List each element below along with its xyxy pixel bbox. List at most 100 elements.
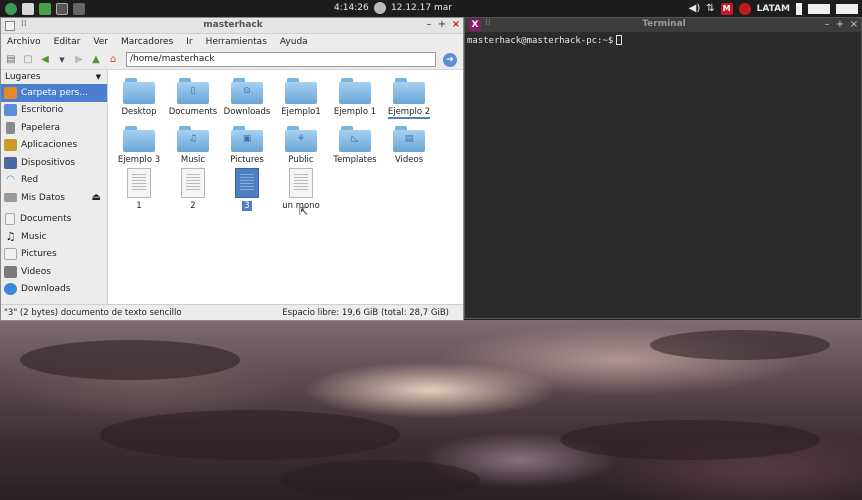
folder-ejemplo-1[interactable]: Ejemplo 1: [327, 78, 383, 117]
upload-icon[interactable]: [73, 2, 85, 15]
folder-ejemplo1[interactable]: Ejemplo1: [273, 78, 329, 117]
folder-icon: [123, 126, 155, 152]
sidebar-item-label: Red: [21, 175, 39, 186]
new-window-icon[interactable]: ▢: [21, 53, 35, 67]
menu-icon[interactable]: [5, 2, 17, 15]
sidebar-item-label: Papelera: [21, 122, 61, 133]
sidebar-item-videos[interactable]: Videos: [1, 263, 107, 281]
mega-icon[interactable]: M: [720, 2, 733, 15]
home-icon[interactable]: ⌂: [106, 53, 120, 67]
sidebar-item-trash[interactable]: Papelera: [1, 119, 107, 137]
file-label: Downloads: [223, 107, 271, 117]
file-view[interactable]: Desktop ▯ Documents ⊙ Downloads Ejemplo1…: [108, 70, 463, 304]
terminal-output[interactable]: masterhack@masterhack-pc:~$: [465, 32, 861, 49]
terminal-maximize-button[interactable]: +: [834, 18, 846, 31]
wallpaper-rock: [100, 410, 400, 460]
forward-arrow-icon[interactable]: ▶: [72, 53, 86, 67]
network-icon: ◠: [6, 174, 15, 186]
panel-date[interactable]: 12.12.17 mar: [391, 3, 452, 13]
folder-icon: ▣: [231, 126, 263, 152]
up-arrow-icon[interactable]: ▲: [89, 53, 103, 67]
sidebar-item-desktop[interactable]: Escritorio: [1, 102, 107, 120]
folder-templates[interactable]: ◺ Templates: [327, 126, 383, 165]
sidebar-item-home[interactable]: Carpeta pers...: [1, 84, 107, 102]
folder-desktop[interactable]: Desktop: [111, 78, 167, 117]
sidebar-item-label: Dispositivos: [21, 157, 76, 168]
back-arrow-icon[interactable]: ◀: [38, 53, 52, 67]
file-label: 3: [242, 201, 252, 211]
chevron-down-icon[interactable]: ▼: [96, 73, 101, 81]
keyboard-layout[interactable]: LATAM: [757, 4, 790, 14]
file-3[interactable]: 3: [219, 168, 275, 211]
trash-icon: [6, 121, 15, 134]
folder-pictures[interactable]: ▣ Pictures: [219, 126, 275, 165]
folder-music[interactable]: ♫ Music: [165, 126, 221, 165]
sidebar-item-music[interactable]: ♫ Music: [1, 228, 107, 246]
file-label: Pictures: [230, 155, 264, 165]
file-1[interactable]: 1: [111, 168, 167, 211]
location-bar[interactable]: /home/masterhack: [126, 52, 436, 67]
file-manager-body: Lugares ▼ Carpeta pers... Escritorio Pap…: [1, 70, 463, 304]
eject-icon[interactable]: ⏏: [92, 192, 101, 203]
sidebar-item-network[interactable]: ◠ Red: [1, 172, 107, 190]
menu-ver[interactable]: Ver: [93, 37, 108, 47]
menu-ayuda[interactable]: Ayuda: [280, 37, 308, 47]
terminal-minimize-button[interactable]: –: [821, 18, 833, 31]
file-label: Documents: [168, 107, 218, 117]
file-manager-titlebar[interactable]: ⁞⁞ masterhack – + ×: [1, 18, 463, 34]
volume-icon[interactable]: ◀): [689, 3, 701, 14]
mouse-cursor-icon: ⇱: [299, 205, 309, 218]
panel-widget[interactable]: [836, 3, 858, 14]
sidebar-header-label: Lugares: [5, 72, 41, 82]
panel-clock[interactable]: 4:14:26: [334, 3, 369, 13]
network-arrows-icon[interactable]: ⇅: [706, 3, 714, 14]
go-button[interactable]: ➜: [443, 52, 457, 67]
folder-icon: ♫: [177, 126, 209, 152]
sidebar-item-pictures[interactable]: Pictures: [1, 246, 107, 264]
menu-herramientas[interactable]: Herramientas: [206, 37, 267, 47]
file-2[interactable]: 2: [165, 168, 221, 211]
sidebar-item-devices[interactable]: Dispositivos: [1, 154, 107, 172]
menu-ir[interactable]: Ir: [186, 37, 192, 47]
panel-widget[interactable]: [808, 3, 830, 14]
terminal-cursor: [616, 35, 623, 45]
sidebar-item-downloads[interactable]: Downloads: [1, 281, 107, 299]
sidebar-item-documents[interactable]: Documents: [1, 211, 107, 229]
maximize-button[interactable]: +: [436, 19, 448, 31]
terminal-launcher-icon[interactable]: [56, 2, 68, 15]
videos-icon: [4, 265, 17, 278]
statusbar: "3" (2 bytes) documento de texto sencill…: [1, 304, 463, 320]
update-notifier-icon[interactable]: [738, 2, 751, 15]
file-label: Templates: [333, 155, 377, 165]
menu-editar[interactable]: Editar: [54, 37, 81, 47]
folder-ejemplo-3[interactable]: Ejemplo 3: [111, 126, 167, 165]
menu-archivo[interactable]: Archivo: [7, 37, 41, 47]
sidebar-item-applications[interactable]: Aplicaciones: [1, 137, 107, 155]
folder-documents[interactable]: ▯ Documents: [165, 78, 221, 117]
new-tab-icon[interactable]: ▤: [4, 53, 18, 67]
sidebar-item-label: Videos: [21, 266, 51, 277]
folder-icon: [285, 78, 317, 104]
files-launcher-icon[interactable]: [22, 2, 34, 15]
wallpaper-rock: [280, 460, 480, 500]
folder-videos[interactable]: ▤ Videos: [381, 126, 437, 165]
folder-ejemplo-2[interactable]: Ejemplo 2: [381, 78, 437, 119]
folder-public[interactable]: ⚘ Public: [273, 126, 329, 165]
menu-marcadores[interactable]: Marcadores: [121, 37, 173, 47]
calendar-icon[interactable]: [374, 2, 386, 14]
folder-icon: ⚘: [285, 126, 317, 152]
terminal-close-button[interactable]: ×: [848, 18, 860, 31]
close-button[interactable]: ×: [450, 19, 462, 31]
sidebar-header[interactable]: Lugares ▼: [1, 70, 107, 84]
battery-icon[interactable]: [796, 2, 802, 15]
sidebar-item-mis-datos[interactable]: Mis Datos ⏏: [1, 189, 107, 207]
sidebar-item-label: Aplicaciones: [21, 140, 78, 151]
folder-icon: ◺: [339, 126, 371, 152]
history-dropdown-icon[interactable]: ▼: [55, 53, 69, 67]
minimize-button[interactable]: –: [423, 19, 435, 31]
folder-downloads[interactable]: ⊙ Downloads: [219, 78, 275, 117]
terminal-titlebar[interactable]: X ⁞⁞ Terminal – + ×: [465, 18, 861, 32]
sidebar-item-label: Mis Datos: [21, 192, 65, 203]
browser-launcher-icon[interactable]: [39, 2, 51, 15]
file-label: Ejemplo1: [281, 107, 321, 117]
